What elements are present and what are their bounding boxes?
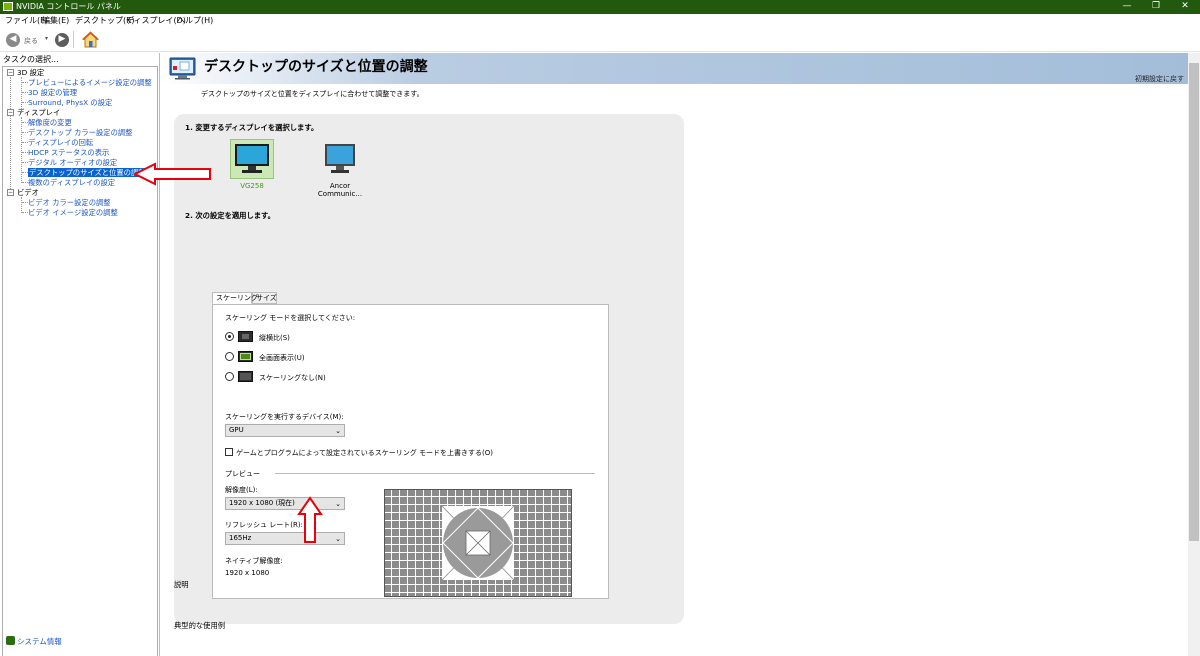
toolbar: ◀ 戻る ▾ ▶ — [0, 27, 1200, 52]
nvidia-app-icon — [3, 2, 13, 11]
tree-item-multi-display[interactable]: 複数のディスプレイの設定 — [28, 178, 115, 187]
tree-item-image-preview[interactable]: プレビューによるイメージ設定の調整 — [28, 78, 152, 87]
restore-button[interactable]: ❐ — [1141, 0, 1171, 14]
restore-defaults-link[interactable]: 初期設定に戻す — [1135, 74, 1184, 84]
tree-item-resolution[interactable]: 解像度の変更 — [28, 118, 72, 127]
right-arrow-icon: ▶ — [58, 34, 66, 44]
aspect-ratio-icon — [238, 331, 253, 342]
toolbar-divider — [73, 31, 74, 48]
step1-heading: 1. 変更するディスプレイを選択します。 — [185, 123, 319, 132]
chevron-down-icon: ⌄ — [335, 427, 341, 435]
refresh-label: リフレッシュ レート(R): — [225, 521, 303, 529]
tree-item-desktop-color[interactable]: デスクトップ カラー設定の調整 — [28, 128, 132, 137]
system-info-icon — [6, 636, 15, 645]
vertical-scrollbar[interactable] — [1188, 53, 1200, 656]
left-arrow-icon: ◀ — [9, 34, 17, 44]
tree-item-rotate[interactable]: ディスプレイの回転 — [28, 138, 93, 147]
back-button[interactable]: ◀ — [6, 33, 20, 47]
resolution-select-value: 1920 x 1080 (現在) — [229, 499, 295, 507]
collapse-display-icon[interactable]: − — [7, 109, 14, 116]
page-banner: デスクトップのサイズと位置の調整 初期設定に戻す — [161, 53, 1188, 84]
title-bar: NVIDIA コントロール パネル — ❐ ✕ — [0, 0, 1200, 14]
scaling-preview-image — [384, 489, 572, 597]
tree-group-display[interactable]: ディスプレイ — [17, 108, 60, 117]
usage-label: 典型的な使用例 — [174, 621, 226, 630]
tree-item-surround-physx[interactable]: Surround, PhysX の設定 — [28, 98, 112, 107]
fullscreen-icon — [238, 351, 253, 362]
main-content: デスクトップのサイズと位置の調整 初期設定に戻す デスクトップのサイズと位置をデ… — [161, 53, 1188, 656]
system-info-label: システム情報 — [17, 637, 62, 646]
red-annotation-arrow-left — [133, 162, 211, 186]
scaling-none-radio[interactable] — [225, 372, 234, 381]
monitor-icon — [325, 144, 355, 173]
page-subtitle: デスクトップのサイズと位置をディスプレイに合わせて調整できます。 — [201, 90, 424, 98]
window-title: NVIDIA コントロール パネル — [16, 2, 121, 11]
settings-panel: 1. 変更するディスプレイを選択します。 VG258 Ancor Communi… — [174, 114, 684, 624]
task-sidebar: タスクの選択... − 3D 設定 プレビューによるイメージ設定の調整 3D 設… — [0, 53, 160, 656]
chevron-down-icon: ⌄ — [335, 535, 341, 543]
resolution-label: 解像度(L): — [225, 486, 258, 494]
refresh-select[interactable]: 165Hz ⌄ — [225, 532, 345, 545]
resolution-select[interactable]: 1920 x 1080 (現在) ⌄ — [225, 497, 345, 510]
scaling-fullscreen-radio[interactable] — [225, 352, 234, 361]
home-icon[interactable] — [82, 31, 99, 48]
history-dropdown-icon[interactable]: ▾ — [45, 35, 48, 42]
native-resolution-value: 1920 x 1080 — [225, 569, 270, 577]
tree-line — [21, 117, 22, 183]
description-label: 説明 — [174, 580, 189, 589]
close-button[interactable]: ✕ — [1170, 0, 1200, 14]
tree-item-3d-manage[interactable]: 3D 設定の管理 — [28, 88, 77, 97]
device-select[interactable]: GPU ⌄ — [225, 424, 345, 437]
forward-button[interactable]: ▶ — [55, 33, 69, 47]
preview-divider — [275, 473, 595, 474]
task-heading: タスクの選択... — [3, 55, 59, 64]
collapse-3d-icon[interactable]: − — [7, 69, 14, 76]
scaling-tab-body: スケーリング モードを選択してください: 縦横比(S) 全画面表示(U) スケー… — [212, 304, 609, 599]
tree-group-3d[interactable]: 3D 設定 — [17, 68, 44, 77]
tree-group-video[interactable]: ビデオ — [17, 188, 39, 197]
chevron-down-icon: ⌄ — [335, 500, 341, 508]
tree-line — [10, 77, 11, 191]
nvidia-control-panel-window: NVIDIA コントロール パネル — ❐ ✕ ファイル(F) 編集(E) デス… — [0, 0, 1200, 656]
tree-item-hdcp[interactable]: HDCP ステータスの表示 — [28, 148, 109, 157]
scaling-fullscreen-label[interactable]: 全画面表示(U) — [259, 353, 305, 363]
no-scaling-icon — [238, 371, 253, 382]
display-vg258[interactable]: VG258 — [229, 139, 275, 190]
task-tree: − 3D 設定 プレビューによるイメージ設定の調整 3D 設定の管理 Surro… — [2, 66, 158, 656]
monitor-icon — [230, 139, 274, 179]
tree-item-video-color[interactable]: ビデオ カラー設定の調整 — [28, 198, 111, 207]
tab-scaling[interactable]: スケーリング — [212, 292, 258, 304]
red-annotation-arrow-up — [297, 496, 323, 543]
menu-help[interactable]: ヘルプ(H) — [177, 16, 213, 25]
scrollbar-thumb[interactable] — [1189, 63, 1199, 541]
device-select-value: GPU — [229, 426, 244, 434]
preview-label: プレビュー — [225, 470, 260, 478]
scaling-none-label[interactable]: スケーリングなし(N) — [259, 373, 326, 383]
menu-edit[interactable]: 編集(E) — [42, 16, 69, 25]
minimize-button[interactable]: — — [1112, 0, 1142, 14]
system-info-link[interactable]: システム情報 — [6, 636, 62, 647]
tree-item-video-image[interactable]: ビデオ イメージ設定の調整 — [28, 208, 118, 217]
collapse-video-icon[interactable]: − — [7, 189, 14, 196]
page-title: デスクトップのサイズと位置の調整 — [204, 59, 428, 75]
scaling-aspect-radio[interactable] — [225, 332, 234, 341]
display-ancor[interactable]: Ancor Communic... — [310, 139, 370, 198]
tree-item-digital-audio[interactable]: デジタル オーディオの設定 — [28, 158, 117, 167]
tree-item-desktop-size-position[interactable]: デスクトップのサイズと位置の調整 — [28, 168, 147, 177]
scaling-prompt: スケーリング モードを選択してください: — [225, 314, 356, 322]
tree-line — [21, 197, 22, 213]
refresh-select-value: 165Hz — [229, 534, 252, 542]
back-label: 戻る — [24, 37, 38, 45]
menu-bar: ファイル(F) 編集(E) デスクトップ(K) ディスプレイ(D) ヘルプ(H) — [0, 14, 1200, 27]
device-label: スケーリングを実行するデバイス(M): — [225, 413, 344, 421]
step2-heading: 2. 次の設定を適用します。 — [185, 211, 275, 220]
scaling-aspect-label[interactable]: 縦横比(S) — [259, 333, 290, 343]
display-name: Ancor Communic... — [317, 182, 363, 198]
desktop-adjust-icon — [169, 57, 196, 80]
native-resolution-label: ネイティブ解像度: — [225, 557, 283, 565]
override-checkbox[interactable] — [225, 448, 233, 456]
override-label[interactable]: ゲームとプログラムによって設定されているスケーリング モードを上書きする(O) — [236, 448, 493, 458]
display-name: VG258 — [240, 182, 264, 190]
